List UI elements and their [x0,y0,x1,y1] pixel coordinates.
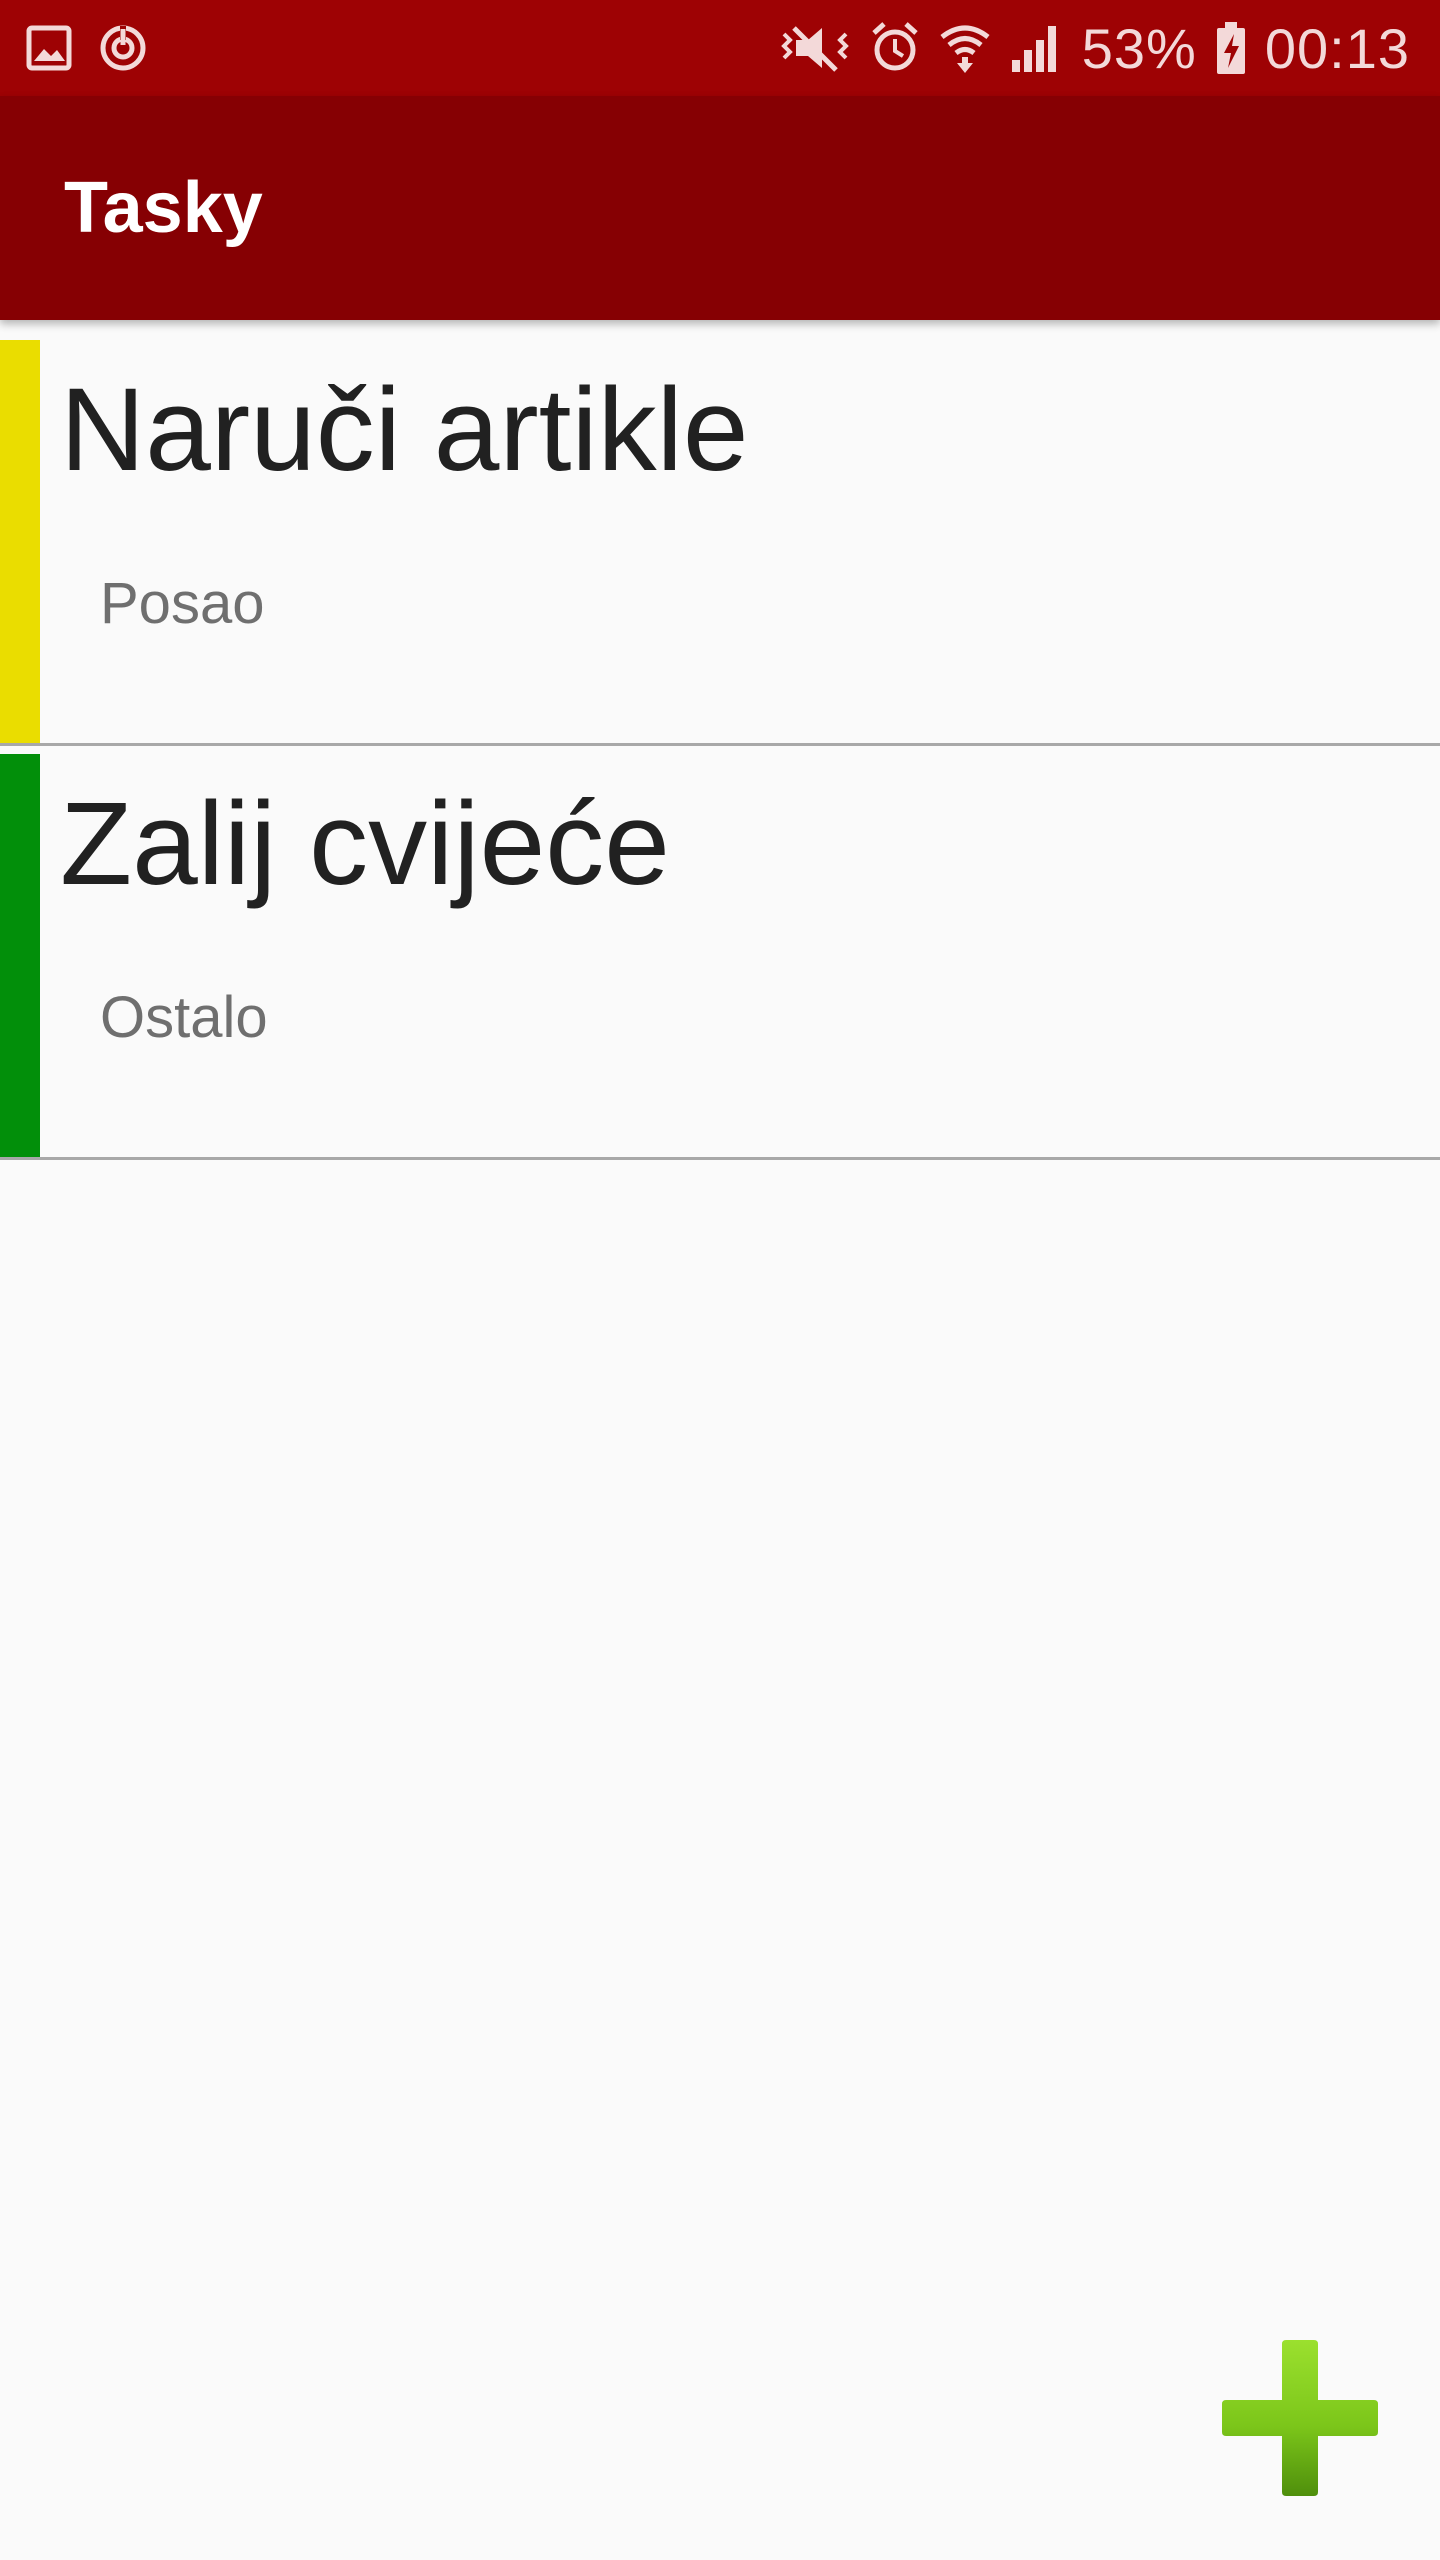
app-title: Tasky [64,168,263,248]
task-priority-color-bar [0,340,40,743]
battery-percent: 53% [1081,16,1197,80]
app-bar: Tasky [0,96,1440,320]
wifi-icon [938,21,992,75]
status-time: 00:13 [1264,16,1410,80]
sync-notification-icon [98,23,148,73]
task-item[interactable]: Naruči artikle Posao [0,340,1440,746]
battery-charging-icon [1215,20,1247,76]
image-notification-icon [26,25,72,71]
task-title: Naruči artikle [60,364,749,496]
task-priority-color-bar [0,754,40,1157]
add-task-button[interactable] [1222,2340,1378,2496]
status-left [26,23,148,73]
signal-icon [1010,22,1064,74]
task-category: Ostalo [100,985,268,1050]
status-bar: 53% 00:13 [0,0,1440,96]
status-right: 53% 00:13 [778,16,1410,81]
vibrate-icon [778,20,852,76]
task-category: Posao [100,571,265,636]
add-icon [1222,2340,1378,2496]
alarm-icon [870,21,920,75]
task-item[interactable]: Zalij cvijeće Ostalo [0,754,1440,1160]
task-list: Naruči artikle Posao Zalij cvijeće Ostal… [0,340,1440,1160]
task-title: Zalij cvijeće [60,778,670,910]
